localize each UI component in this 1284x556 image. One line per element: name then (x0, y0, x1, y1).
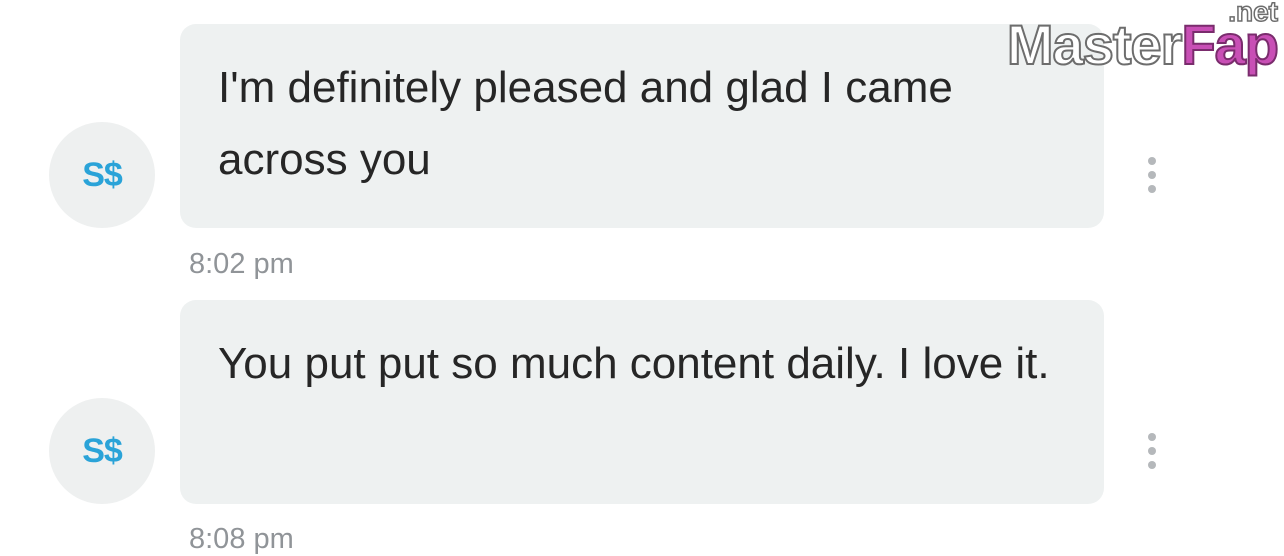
avatar[interactable]: S$ (49, 122, 155, 228)
message-text: You put put so much content daily. I lov… (218, 339, 1050, 388)
watermark-text: MasterFap (1006, 12, 1280, 77)
message-text: I'm definitely pleased and glad I came a… (218, 63, 953, 184)
message-bubble[interactable]: I'm definitely pleased and glad I came a… (180, 24, 1104, 228)
more-vertical-icon[interactable] (1139, 431, 1165, 471)
message-timestamp: 8:08 pm (189, 523, 294, 555)
message-bubble[interactable]: You put put so much content daily. I lov… (180, 300, 1104, 504)
message-timestamp: 8:02 pm (189, 248, 294, 280)
watermark-logo: .net MasterFap (978, 0, 1280, 82)
more-vertical-icon[interactable] (1139, 155, 1165, 195)
avatar[interactable]: S$ (49, 398, 155, 504)
